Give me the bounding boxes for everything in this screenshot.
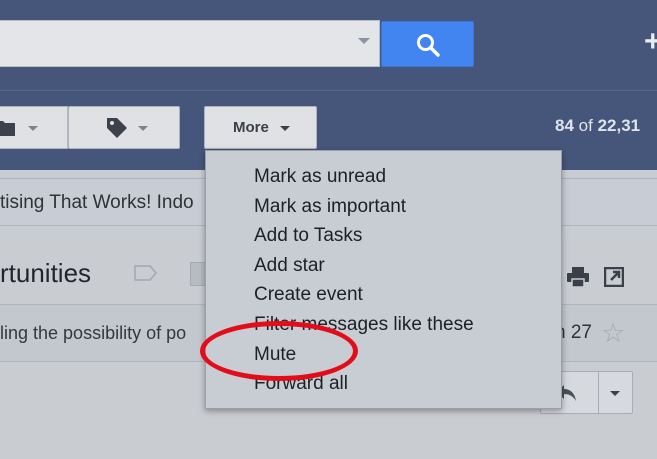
folder-icon — [0, 121, 15, 136]
print-icon[interactable] — [566, 266, 590, 288]
folder-caret-icon — [28, 126, 38, 131]
highlight-ring — [200, 321, 358, 381]
search-input[interactable] — [0, 20, 380, 67]
menu-item-add-to-tasks[interactable]: Add to Tasks — [254, 225, 362, 247]
labels-caret-icon — [138, 126, 148, 131]
search-options-caret-icon[interactable] — [358, 38, 370, 44]
reply-options-caret-icon — [610, 391, 620, 396]
menu-item-create-event[interactable]: Create event — [254, 284, 363, 306]
ad-text[interactable]: tising That Works! Indo — [0, 192, 194, 214]
plus-icon[interactable]: + — [644, 25, 657, 59]
message-subject: rtunities — [0, 258, 92, 288]
message-snippet: ling the possibility of po — [0, 323, 187, 343]
star-icon[interactable]: ☆ — [601, 318, 625, 349]
menu-item-add-star[interactable]: Add star — [254, 255, 325, 277]
count-start: 84 — [555, 116, 574, 135]
search-icon — [417, 34, 440, 57]
importance-marker-icon[interactable] — [134, 265, 158, 281]
message-count: 84 of 22,31 — [555, 116, 640, 136]
more-button[interactable]: More — [204, 106, 317, 149]
search-button[interactable] — [381, 21, 474, 67]
count-total: 22,31 — [597, 116, 641, 135]
label-tag-icon — [107, 118, 127, 138]
menu-item-mark-as-unread[interactable]: Mark as unread — [254, 166, 386, 188]
labels-button[interactable] — [68, 106, 180, 149]
new-window-icon[interactable] — [604, 267, 624, 287]
reply-options-button[interactable] — [599, 371, 633, 414]
more-button-label: More — [233, 119, 269, 136]
move-to-folder-button[interactable] — [0, 106, 68, 149]
count-of: of — [578, 116, 593, 135]
more-caret-icon — [280, 126, 290, 131]
menu-item-mark-as-important[interactable]: Mark as important — [254, 196, 406, 218]
